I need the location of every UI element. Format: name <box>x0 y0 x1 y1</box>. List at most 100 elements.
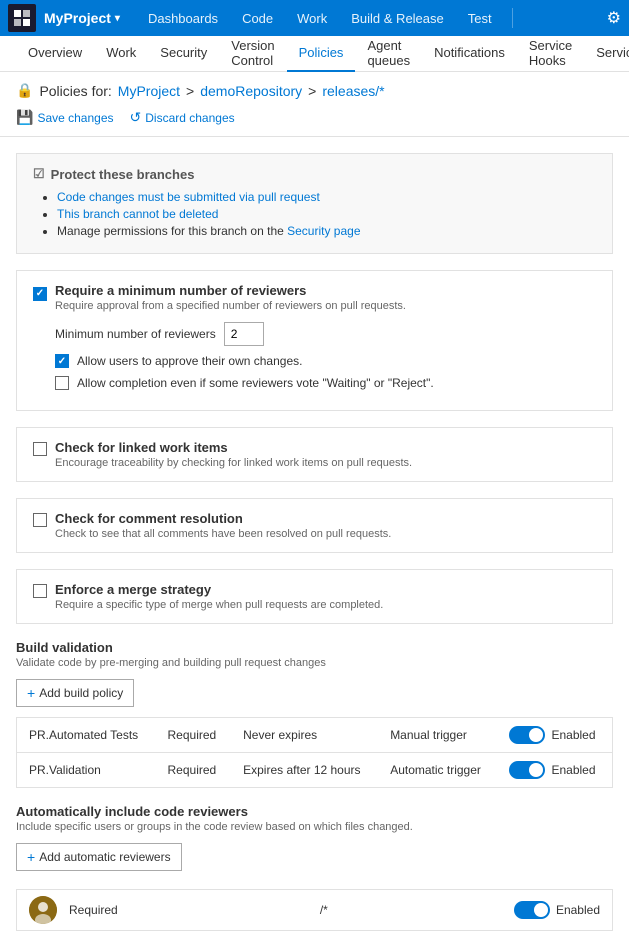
discard-label: Discard changes <box>145 111 234 125</box>
build-row-1-required: Required <box>156 718 232 753</box>
comment-resolution-info: Check for comment resolution Check to se… <box>55 511 596 540</box>
code-reviewers-desc: Include specific users or groups in the … <box>16 821 613 833</box>
discard-icon: ↺ <box>130 109 142 126</box>
min-reviewers-input-row: Minimum number of reviewers <box>55 322 596 346</box>
build-row-2-required: Required <box>156 753 232 788</box>
linked-work-items-desc: Encourage traceability by checking for l… <box>55 457 596 469</box>
tab-notifications[interactable]: Notifications <box>422 36 517 72</box>
app-logo <box>8 4 36 32</box>
top-navigation: MyProject ▾ Dashboards Code Work Build &… <box>0 0 629 36</box>
main-content: ☑ Protect these branches Code changes mu… <box>0 137 629 947</box>
build-row-1-enabled-label: Enabled <box>551 728 595 742</box>
build-validation-section: Build validation Validate code by pre-me… <box>16 640 613 788</box>
merge-strategy-checkbox[interactable] <box>33 584 47 598</box>
header-actions: 💾 Save changes ↺ Discard changes <box>16 105 613 130</box>
linked-work-items-title: Check for linked work items <box>55 440 596 455</box>
list-item: This branch cannot be deleted <box>57 207 596 221</box>
tab-overview[interactable]: Overview <box>16 36 94 72</box>
build-row-1-name: PR.Automated Tests <box>17 718 156 753</box>
reviewer-path: /* <box>134 903 514 917</box>
save-icon: 💾 <box>16 109 33 126</box>
allow-self-approve-checkbox[interactable] <box>55 354 69 368</box>
list-item: Manage permissions for this branch on th… <box>57 224 596 238</box>
build-row-1-toggle-cell: Enabled <box>497 718 612 753</box>
merge-strategy-checkbox-wrap <box>33 584 47 601</box>
tab-service-hooks[interactable]: Service Hooks <box>517 36 584 72</box>
build-row-2-trigger: Automatic trigger <box>378 753 497 788</box>
tab-work[interactable]: Work <box>94 36 148 72</box>
build-row-2-expiry: Expires after 12 hours <box>231 753 378 788</box>
reviewer-toggle[interactable] <box>514 901 550 919</box>
top-nav-build-release[interactable]: Build & Release <box>339 0 456 36</box>
build-row-2-name: PR.Validation <box>17 753 156 788</box>
allow-completion-option: Allow completion even if some reviewers … <box>55 376 596 390</box>
second-navigation: Overview Work Security Version Control P… <box>0 36 629 72</box>
build-validation-title: Build validation <box>16 640 613 655</box>
tab-services[interactable]: Services <box>584 36 629 72</box>
merge-strategy-title: Enforce a merge strategy <box>55 582 596 597</box>
security-page-link[interactable]: Security page <box>287 224 360 238</box>
build-row-2-toggle-cell: Enabled <box>497 753 612 788</box>
table-row: PR.Validation Required Expires after 12 … <box>17 753 613 788</box>
add-build-policy-label: Add build policy <box>39 686 123 700</box>
allow-self-approve-option: Allow users to approve their own changes… <box>55 354 596 368</box>
table-row: PR.Automated Tests Required Never expire… <box>17 718 613 753</box>
min-reviewers-policy: Require a minimum number of reviewers Re… <box>16 270 613 411</box>
breadcrumb-branch[interactable]: releases/* <box>322 83 384 99</box>
reviewer-enabled-label: Enabled <box>556 903 600 917</box>
build-row-2-toggle[interactable] <box>509 761 545 779</box>
project-name[interactable]: MyProject ▾ <box>44 10 120 26</box>
comment-resolution-header: Check for comment resolution Check to se… <box>33 511 596 540</box>
merge-strategy-policy: Enforce a merge strategy Require a speci… <box>16 569 613 624</box>
top-nav-code[interactable]: Code <box>230 0 285 36</box>
min-reviewers-input-label: Minimum number of reviewers <box>55 327 216 341</box>
build-validation-desc: Validate code by pre-merging and buildin… <box>16 657 613 669</box>
reviewer-toggle-container: Enabled <box>514 901 600 919</box>
tab-version-control[interactable]: Version Control <box>219 36 286 72</box>
settings-icon[interactable]: ⚙ <box>607 8 621 28</box>
discard-changes-button[interactable]: ↺ Discard changes <box>130 105 235 130</box>
plus-icon-2: + <box>27 849 35 865</box>
protect-item-2[interactable]: This branch cannot be deleted <box>57 207 218 221</box>
min-reviewers-input[interactable] <box>224 322 264 346</box>
breadcrumb-repo[interactable]: demoRepository <box>200 83 302 99</box>
add-automatic-reviewers-button[interactable]: + Add automatic reviewers <box>16 843 182 871</box>
build-row-1-toggle[interactable] <box>509 726 545 744</box>
linked-work-items-checkbox[interactable] <box>33 442 47 456</box>
tab-security[interactable]: Security <box>148 36 219 72</box>
build-row-1-expiry: Never expires <box>231 718 378 753</box>
allow-completion-checkbox[interactable] <box>55 376 69 390</box>
min-reviewers-checkbox[interactable] <box>33 287 47 301</box>
comment-resolution-checkbox[interactable] <box>33 513 47 527</box>
top-nav-links: Dashboards Code Work Build & Release Tes… <box>136 0 504 36</box>
protect-item-1[interactable]: Code changes must be submitted via pull … <box>57 190 320 204</box>
top-nav-work[interactable]: Work <box>285 0 339 36</box>
tab-agent-queues[interactable]: Agent queues <box>355 36 422 72</box>
code-reviewers-title: Automatically include code reviewers <box>16 804 613 819</box>
comment-resolution-title: Check for comment resolution <box>55 511 596 526</box>
nav-separator <box>512 8 513 28</box>
lock-icon: 🔒 <box>16 82 33 99</box>
save-changes-button[interactable]: 💾 Save changes <box>16 105 114 130</box>
tab-policies[interactable]: Policies <box>287 36 356 72</box>
linked-work-items-policy: Check for linked work items Encourage tr… <box>16 427 613 482</box>
build-row-2-toggle-container: Enabled <box>509 761 600 779</box>
merge-strategy-header: Enforce a merge strategy Require a speci… <box>33 582 596 611</box>
reviewer-required-label: Required <box>69 903 118 917</box>
protect-title-text: Protect these branches <box>51 167 195 182</box>
code-reviewers-section: Automatically include code reviewers Inc… <box>16 804 613 931</box>
allow-completion-label: Allow completion even if some reviewers … <box>77 376 434 390</box>
reviewer-row: Required /* Enabled <box>16 889 613 931</box>
top-nav-test[interactable]: Test <box>456 0 504 36</box>
build-row-1-toggle-container: Enabled <box>509 726 600 744</box>
add-reviewers-label: Add automatic reviewers <box>39 850 170 864</box>
breadcrumb-project[interactable]: MyProject <box>118 83 180 99</box>
save-label: Save changes <box>37 111 113 125</box>
min-reviewers-header: Require a minimum number of reviewers Re… <box>33 283 596 312</box>
top-nav-dashboards[interactable]: Dashboards <box>136 0 230 36</box>
merge-strategy-info: Enforce a merge strategy Require a speci… <box>55 582 596 611</box>
plus-icon: + <box>27 685 35 701</box>
protect-branches-section: ☑ Protect these branches Code changes mu… <box>16 153 613 254</box>
comment-resolution-desc: Check to see that all comments have been… <box>55 528 596 540</box>
breadcrumb-sep1: > <box>186 83 194 99</box>
